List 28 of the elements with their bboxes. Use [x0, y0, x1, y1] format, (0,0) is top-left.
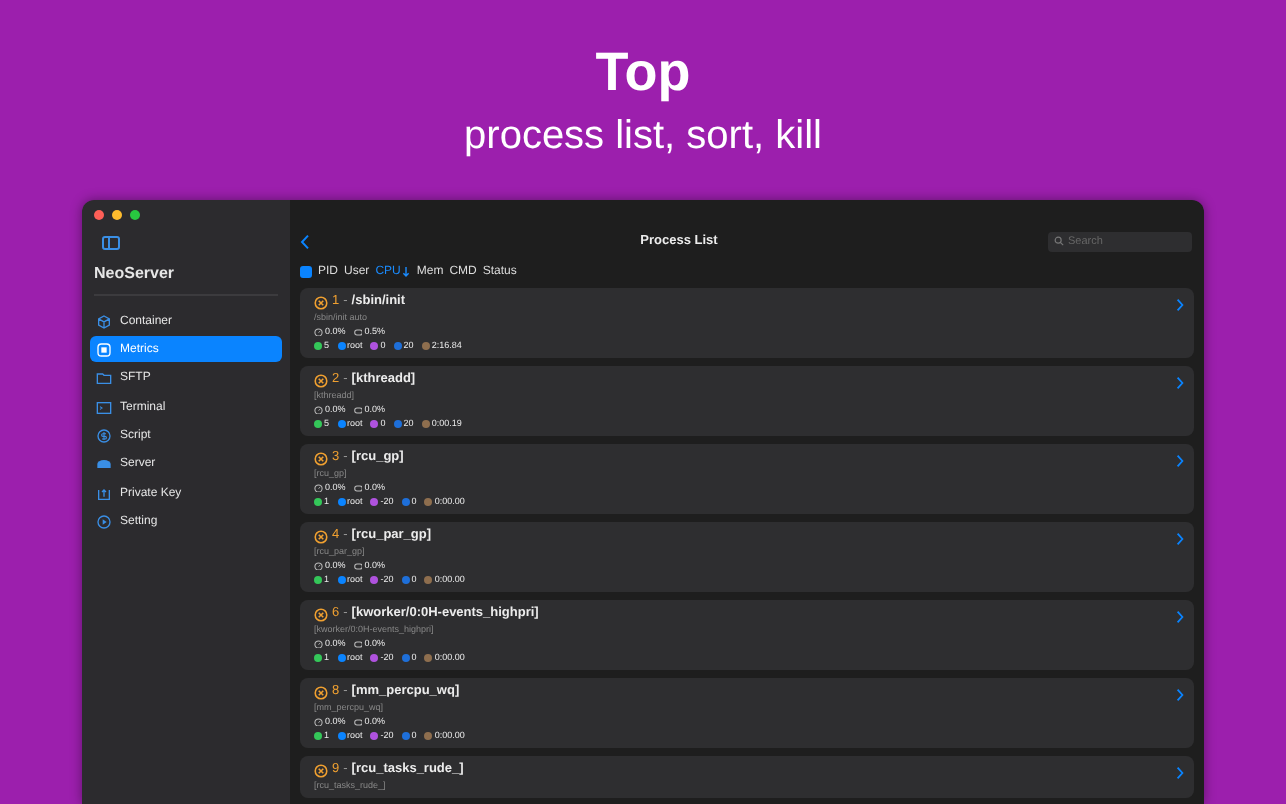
cube-icon [96, 313, 112, 329]
app-title: NeoServer [94, 264, 177, 284]
chevron-right-icon[interactable] [1176, 532, 1184, 546]
status-icon [314, 685, 328, 699]
close-window-button[interactable] [94, 210, 104, 220]
terminal-icon [96, 399, 112, 416]
status-icon [314, 451, 328, 465]
chevron-right-icon[interactable] [1176, 688, 1184, 702]
status-icon [314, 763, 328, 777]
arrow-down-icon [402, 265, 411, 277]
folder-icon [96, 370, 112, 387]
chevron-right-icon[interactable] [1176, 766, 1184, 780]
script-icon [96, 428, 112, 445]
status-icon [314, 607, 328, 621]
back-icon[interactable] [300, 233, 310, 249]
status-icon [314, 295, 328, 309]
status-icon [314, 373, 328, 387]
hero-subtitle: process list, sort, kill [464, 112, 822, 160]
sidebar-toggle-icon[interactable] [102, 236, 120, 250]
status-icon [314, 529, 328, 543]
chevron-right-icon[interactable] [1176, 376, 1184, 390]
chevron-right-icon[interactable] [1176, 610, 1184, 624]
chevron-right-icon[interactable] [1176, 454, 1184, 468]
checkbox[interactable] [300, 265, 312, 277]
chevron-right-icon[interactable] [1176, 298, 1184, 312]
minimize-window-button[interactable] [112, 210, 122, 220]
zoom-window-button[interactable] [130, 210, 140, 220]
hero-title: Top [595, 40, 691, 104]
